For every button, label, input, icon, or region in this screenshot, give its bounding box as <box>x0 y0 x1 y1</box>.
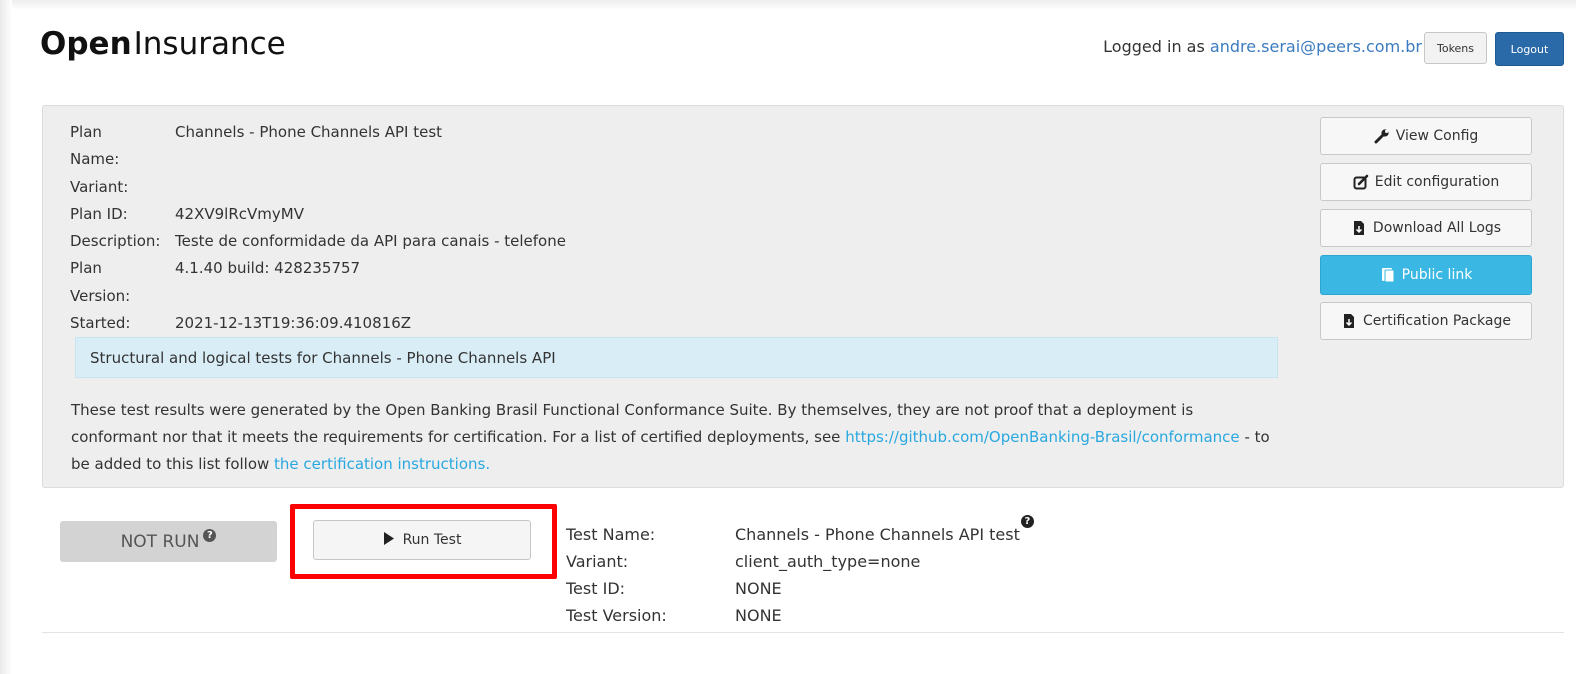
test-detail-row: Variant: client_auth_type=none <box>566 548 1034 575</box>
plan-summary-alert: Structural and logical tests for Channel… <box>75 337 1278 378</box>
plan-detail-row: Plan Channels - Phone Channels API test <box>70 119 566 146</box>
logo-open-text: Open <box>40 26 132 62</box>
test-detail-value: NONE <box>735 579 782 598</box>
public-link-label: Public link <box>1401 267 1473 283</box>
test-status-text: NOT RUN <box>120 531 200 552</box>
plan-detail-row: Plan 4.1.40 build: 428235757 <box>70 255 566 282</box>
plan-detail-value: Channels - Phone Channels API test <box>175 123 443 141</box>
plan-details: Plan Channels - Phone Channels API test N… <box>70 119 566 337</box>
download-all-logs-label: Download All Logs <box>1372 220 1502 236</box>
user-email-link[interactable]: andre.serai@peers.com.br <box>1210 37 1422 56</box>
certification-package-button[interactable]: Certification Package <box>1320 302 1532 340</box>
plan-detail-row: Plan ID: 42XV9lRcVmyMV <box>70 201 566 228</box>
test-detail-row: Test Version: NONE <box>566 602 1034 629</box>
logo-insurance-text: Insurance <box>133 26 286 62</box>
plan-detail-value: Teste de conformidade da API para canais… <box>175 232 566 251</box>
plan-detail-label: Plan ID: <box>70 204 128 223</box>
plan-detail-row: Version: <box>70 283 566 310</box>
plan-detail-label: Plan <box>70 259 102 278</box>
section-divider <box>42 632 1564 633</box>
plan-detail-value: 4.1.40 build: 428235757 <box>175 259 361 278</box>
run-test-label: Run Test <box>402 532 462 548</box>
tokens-button[interactable]: Tokens <box>1424 32 1487 64</box>
edit-configuration-button[interactable]: Edit configuration <box>1320 163 1532 201</box>
view-config-label: View Config <box>1395 128 1479 144</box>
test-detail-value: Channels - Phone Channels API test <box>735 525 1020 544</box>
certification-package-label: Certification Package <box>1363 313 1511 329</box>
open-insurance-logo[interactable]: Open Insurance <box>40 26 286 66</box>
plan-detail-row: Name: <box>70 146 566 173</box>
plan-detail-value: 42XV9lRcVmyMV <box>175 204 304 223</box>
test-detail-value: NONE <box>735 606 782 625</box>
download-all-logs-button[interactable]: Download All Logs <box>1320 209 1532 247</box>
test-detail-row: Test Name: Channels - Phone Channels API … <box>566 515 1034 548</box>
wrench-icon <box>1374 128 1390 144</box>
plan-detail-row: Description: Teste de conformidade da API… <box>70 228 566 255</box>
edit-icon <box>1353 174 1369 190</box>
logged-in-prefix: Logged in as <box>1103 37 1210 56</box>
test-detail-value: client_auth_type=none <box>735 552 921 571</box>
question-circle-icon[interactable]: ? <box>1020 515 1034 528</box>
plan-detail-row: Variant: <box>70 174 566 201</box>
file-download-icon <box>1341 313 1357 329</box>
plan-detail-label: Name: <box>70 150 120 169</box>
window-left-shadow <box>0 0 12 674</box>
run-test-button[interactable]: Run Test <box>313 520 531 560</box>
test-status-badge: NOT RUN ? <box>60 521 277 562</box>
public-link-button[interactable]: Public link <box>1320 255 1532 295</box>
certification-instructions-link[interactable]: the certification instructions. <box>274 455 490 473</box>
question-circle-icon[interactable]: ? <box>203 529 217 542</box>
test-detail-label: Test Version: <box>566 606 667 625</box>
plan-detail-label: Plan <box>70 123 102 141</box>
plan-detail-label: Version: <box>70 286 131 305</box>
view-config-button[interactable]: View Config <box>1320 117 1532 155</box>
test-detail-row: Test ID: NONE <box>566 575 1034 602</box>
plan-detail-label: Description: <box>70 232 161 251</box>
play-icon <box>383 531 395 549</box>
test-details: Test Name: Channels - Phone Channels API … <box>566 515 1034 629</box>
window-top-shadow <box>0 0 1576 10</box>
plan-detail-label: Variant: <box>70 177 129 196</box>
test-detail-label: Test Name: <box>566 525 656 544</box>
logged-in-status: Logged in as andre.serai@peers.com.br <box>1103 37 1422 56</box>
copy-icon <box>1380 267 1396 283</box>
logout-button[interactable]: Logout <box>1495 32 1564 66</box>
test-detail-label: Test ID: <box>566 579 626 598</box>
plan-detail-label: Started: <box>70 314 131 333</box>
conformance-disclaimer: These test results were generated by the… <box>71 397 1281 478</box>
file-download-icon <box>1351 220 1367 236</box>
conformance-repo-link[interactable]: https://github.com/OpenBanking-Brasil/co… <box>845 428 1239 446</box>
test-detail-label: Variant: <box>566 552 629 571</box>
plan-detail-row: Started: 2021-12-13T19:36:09.410816Z <box>70 310 566 337</box>
plan-detail-value: 2021-12-13T19:36:09.410816Z <box>175 314 412 333</box>
edit-configuration-label: Edit configuration <box>1374 174 1500 190</box>
